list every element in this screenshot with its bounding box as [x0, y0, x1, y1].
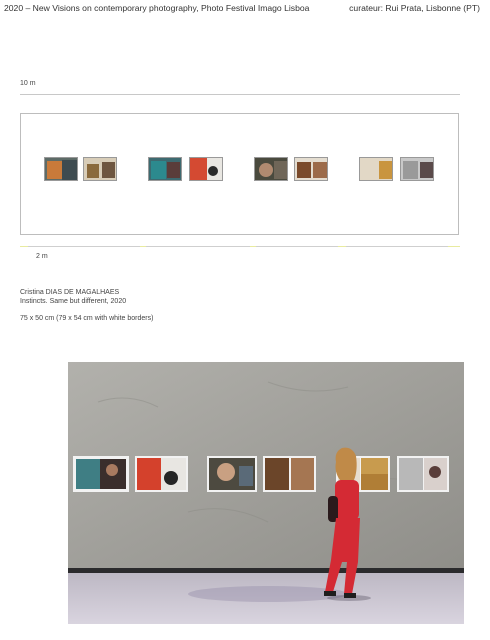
artwork-title: Instincts. Same but different, 2020 [20, 298, 127, 305]
framed-print [397, 456, 449, 492]
framed-print [135, 456, 188, 492]
plan-thumbnail [83, 157, 117, 181]
plan-thumbnail [189, 157, 223, 181]
framed-print [263, 456, 316, 492]
plan-width-label: 10 m [20, 80, 36, 87]
plan-thumbnail [359, 157, 393, 181]
plan-width-dimension-line [20, 94, 460, 95]
plan-floor-line [20, 246, 460, 247]
plan-thumbnail [44, 157, 78, 181]
framed-print [207, 456, 257, 492]
plan-thumbnail [254, 157, 288, 181]
artist-name: Cristina DIAS DE MAGALHAES [20, 289, 120, 296]
plan-height-label: 2 m [36, 253, 48, 260]
plan-thumbnail [294, 157, 328, 181]
wall-plan [20, 113, 459, 235]
exhibition-photo [68, 362, 464, 624]
artwork-dimensions: 75 x 50 cm (79 x 54 cm with white border… [20, 315, 154, 322]
header-title: 2020 – New Visions on contemporary photo… [4, 3, 310, 13]
plan-thumbnail [400, 157, 434, 181]
plan-thumbnail [148, 157, 182, 181]
header-curator: curateur: Rui Prata, Lisbonne (PT) [349, 3, 480, 13]
framed-print [73, 456, 129, 492]
